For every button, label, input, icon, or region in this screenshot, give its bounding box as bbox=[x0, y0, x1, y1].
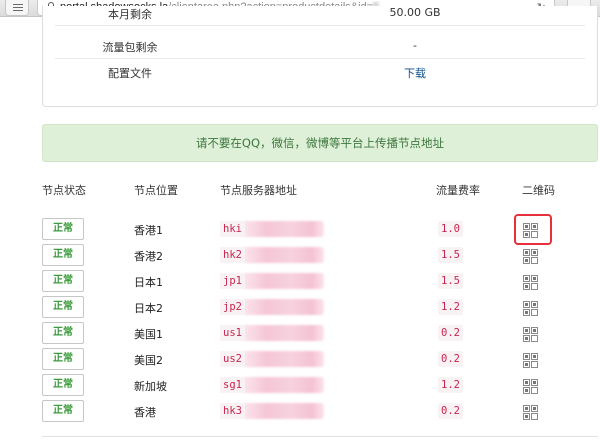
node-rate: 0.2 bbox=[438, 403, 463, 419]
table-row: 正常 日本2 jp2 1.2 bbox=[42, 296, 598, 320]
qrcode-highlight-box bbox=[514, 214, 552, 245]
status-button[interactable]: 正常 bbox=[42, 218, 84, 240]
status-button[interactable]: 正常 bbox=[42, 270, 84, 292]
redacted-address bbox=[242, 377, 324, 393]
header-rate: 流量费率 bbox=[436, 184, 480, 197]
redacted-address bbox=[242, 247, 324, 263]
info-row-traffic-package: 流量包剩余 - bbox=[55, 33, 585, 59]
node-address: hki bbox=[220, 221, 245, 237]
info-row-monthly-remaining: 本月剩余 50.00 GB bbox=[55, 0, 585, 26]
table-row: 正常 香港 hk3 0.2 bbox=[42, 400, 598, 424]
node-address: hk2 bbox=[220, 247, 245, 263]
node-location: 香港2 bbox=[134, 250, 163, 263]
info-value: 50.00 GB bbox=[389, 6, 441, 19]
status-button[interactable]: 正常 bbox=[42, 374, 84, 396]
qrcode-icon[interactable] bbox=[523, 275, 539, 291]
node-location: 新加坡 bbox=[134, 380, 167, 393]
status-button[interactable]: 正常 bbox=[42, 400, 84, 422]
table-row: 正常 美国1 us1 0.2 bbox=[42, 322, 598, 346]
node-location: 美国2 bbox=[134, 354, 163, 367]
node-rate: 0.2 bbox=[438, 325, 463, 341]
qrcode-icon[interactable] bbox=[523, 327, 539, 343]
node-location: 美国1 bbox=[134, 328, 163, 341]
table-row: 正常 新加坡 sg1 1.2 bbox=[42, 374, 598, 398]
info-label: 本月剩余 bbox=[108, 8, 152, 21]
node-rate: 1.2 bbox=[438, 299, 463, 315]
status-button[interactable]: 正常 bbox=[42, 244, 84, 266]
info-row-config-file: 配置文件 下载 bbox=[55, 59, 585, 85]
node-address: jp1 bbox=[220, 273, 245, 289]
node-location: 香港1 bbox=[134, 224, 163, 237]
redacted-address bbox=[242, 403, 324, 419]
status-button[interactable]: 正常 bbox=[42, 296, 84, 318]
info-label: 流量包剩余 bbox=[102, 41, 158, 54]
download-config-link[interactable]: 下载 bbox=[355, 65, 475, 81]
node-address: hk3 bbox=[220, 403, 245, 419]
status-button[interactable]: 正常 bbox=[42, 322, 84, 344]
redacted-address bbox=[242, 273, 324, 289]
node-rate: 1.0 bbox=[438, 221, 463, 237]
panel-bottom-border bbox=[42, 436, 598, 437]
node-address: us2 bbox=[220, 351, 245, 367]
header-address: 节点服务器地址 bbox=[220, 184, 297, 197]
status-button[interactable]: 正常 bbox=[42, 348, 84, 370]
node-rate: 1.5 bbox=[438, 273, 463, 289]
node-location: 香港 bbox=[134, 406, 156, 419]
qrcode-icon[interactable] bbox=[523, 353, 539, 369]
qrcode-icon[interactable] bbox=[523, 379, 539, 395]
qrcode-icon[interactable] bbox=[523, 301, 539, 317]
table-row: 正常 日本1 jp1 1.5 bbox=[42, 270, 598, 294]
node-rate: 0.2 bbox=[438, 351, 463, 367]
table-row: 正常 香港2 hk2 1.5 bbox=[42, 244, 598, 268]
node-rate: 1.2 bbox=[438, 377, 463, 393]
node-rate: 1.5 bbox=[438, 247, 463, 263]
redacted-address bbox=[242, 351, 324, 367]
redacted-address bbox=[242, 221, 324, 237]
qrcode-icon[interactable] bbox=[523, 249, 539, 265]
sidebar-menu-button[interactable] bbox=[5, 0, 29, 16]
qrcode-icon[interactable] bbox=[523, 405, 539, 421]
header-qrcode: 二维码 bbox=[522, 184, 555, 197]
node-location: 日本2 bbox=[134, 302, 163, 315]
header-location: 节点位置 bbox=[134, 184, 178, 197]
node-address: sg1 bbox=[220, 377, 245, 393]
redacted-address bbox=[242, 325, 324, 341]
product-details-panel: 本月剩余 50.00 GB 流量包剩余 - 配置文件 下载 bbox=[42, 6, 598, 107]
info-label: 配置文件 bbox=[108, 67, 152, 80]
node-location: 日本1 bbox=[134, 276, 163, 289]
header-status: 节点状态 bbox=[42, 184, 86, 197]
node-address: jp2 bbox=[220, 299, 245, 315]
info-value: - bbox=[413, 39, 417, 52]
warning-alert: 请不要在QQ，微信，微博等平台上传播节点地址 bbox=[42, 124, 598, 162]
node-address: us1 bbox=[220, 325, 245, 341]
redacted-address bbox=[242, 299, 324, 315]
table-row: 正常 美国2 us2 0.2 bbox=[42, 348, 598, 372]
